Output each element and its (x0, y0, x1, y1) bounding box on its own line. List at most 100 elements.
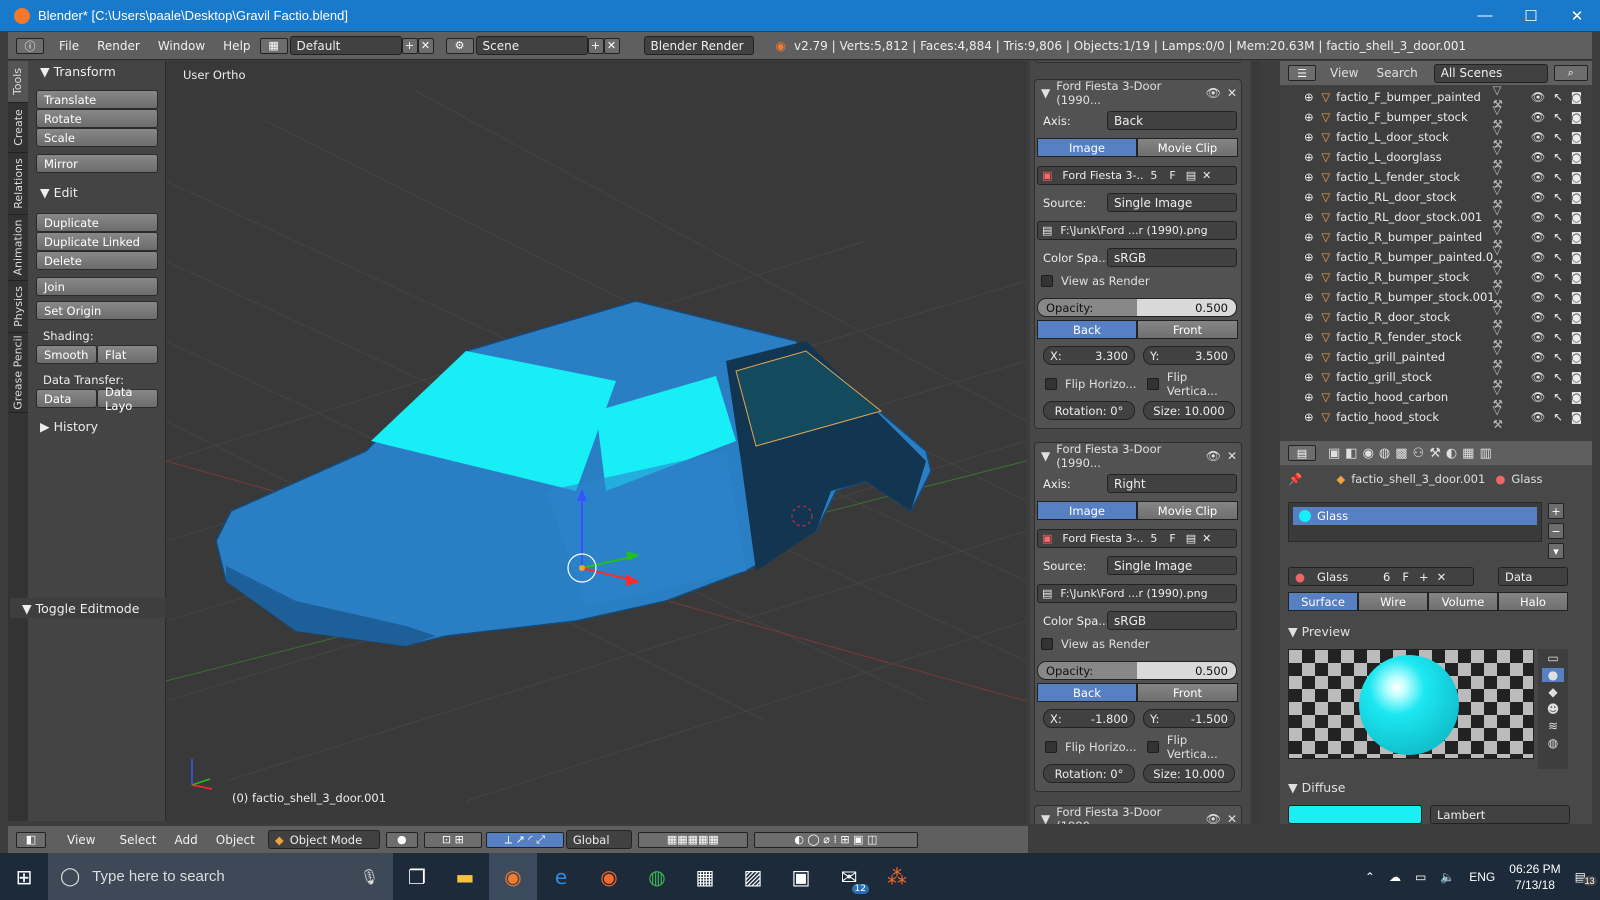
scale-button[interactable]: Scale (36, 128, 158, 147)
3d-viewport[interactable]: User Ortho (0) factio_shell_3_door.001 (166, 61, 1026, 824)
movie-clip-tab[interactable]: Movie Clip (1137, 138, 1238, 157)
render-engine-select[interactable]: Blender Render (643, 36, 754, 55)
start-icon[interactable]: ⊞ (0, 853, 48, 900)
set-origin-select[interactable]: Set Origin (36, 301, 158, 320)
properties-context-tabs[interactable]: ▣◧◉◍▩⚇⚒◐▦▥ (1328, 446, 1497, 461)
outliner-item[interactable]: ⊕ ▽ factio_hood_carbon ▽ ⚒ 👁 ↖ ◙ (1280, 383, 1592, 411)
outliner-editor-icon[interactable]: ☰ (1288, 65, 1316, 81)
select-cursor-icon[interactable]: ↖ (1553, 410, 1563, 424)
tab-create[interactable]: Create (8, 103, 28, 153)
material-slot-list[interactable]: Glass (1288, 502, 1542, 542)
menu-object[interactable]: Object (207, 833, 264, 847)
menu-help[interactable]: Help (214, 39, 259, 53)
select-cursor-icon[interactable]: ↖ (1553, 350, 1563, 364)
expand-icon[interactable]: ⊕ (1304, 330, 1315, 344)
visibility-icon[interactable]: 👁 (1531, 110, 1546, 124)
unlink-icon[interactable]: ✕ (1202, 169, 1211, 182)
render-camera-icon[interactable]: ◙ (1571, 170, 1582, 184)
render-camera-icon[interactable]: ◙ (1571, 110, 1582, 124)
render-camera-icon[interactable]: ◙ (1571, 190, 1582, 204)
edge-icon[interactable]: e (537, 853, 585, 900)
clock[interactable]: 06:26 PM 7/13/18 (1509, 861, 1560, 893)
snap-proportional-icons[interactable]: ◐ ◯ ⌀ ⁞ ⊞ ▣ ◫ (753, 831, 918, 848)
editor-type-icon[interactable]: ⓘ (16, 37, 44, 54)
image-tab[interactable]: Image (1037, 501, 1137, 520)
outliner-item[interactable]: ⊕ ▽ factio_L_doorglass ▽ ⚒ 👁 ↖ ◙ (1280, 143, 1592, 171)
offset-y-field[interactable]: Y: 3.500 (1143, 346, 1235, 365)
outliner-item[interactable]: ⊕ ▽ factio_R_door_stock ▽ ⚒ 👁 ↖ ◙ (1280, 303, 1592, 331)
menu-view[interactable]: View (58, 833, 104, 847)
flip-horizontal-checkbox[interactable]: Flip Horizo... (1045, 374, 1136, 393)
view-as-render-checkbox[interactable]: View as Render (1041, 271, 1150, 290)
volume-icon[interactable]: 🔈 (1440, 870, 1455, 884)
axis-select[interactable]: Back (1107, 111, 1237, 130)
layout-icon[interactable]: ▦ (259, 37, 288, 54)
outliner-item[interactable]: ⊕ ▽ factio_RL_door_stock.001 ▽ ⚒ 👁 ↖ ◙ (1280, 203, 1592, 231)
fake-user-toggle[interactable]: F (1169, 169, 1175, 182)
close-button[interactable]: ✕ (1554, 0, 1600, 31)
material-slot-glass[interactable]: Glass (1293, 507, 1537, 525)
render-camera-icon[interactable]: ◙ (1571, 330, 1582, 344)
bg-image-1-header[interactable]: ▼ Ford Fiesta 3-Door (1990... 👁 ✕ (1041, 79, 1237, 107)
app-icon[interactable]: ⁂ (873, 853, 921, 900)
store-icon[interactable]: ▣ (777, 853, 825, 900)
outliner-item[interactable]: ⊕ ▽ factio_R_bumper_stock ▽ ⚒ 👁 ↖ ◙ (1280, 263, 1592, 291)
offset-x-field[interactable]: X: -1.800 (1043, 709, 1135, 728)
visibility-icon[interactable]: 👁 (1531, 290, 1546, 304)
select-cursor-icon[interactable]: ↖ (1553, 310, 1563, 324)
remove-icon[interactable]: ✕ (1227, 812, 1237, 825)
select-cursor-icon[interactable]: ↖ (1553, 190, 1563, 204)
outliner-item[interactable]: ⊕ ▽ factio_R_bumper_stock.001 ▽ ⚒ 👁 ↖ ◙ (1280, 283, 1592, 311)
material-tab-wire[interactable]: Wire (1358, 592, 1428, 611)
bg-image-3-header[interactable]: ▼Ford Fiesta 3-Door (1990... 👁✕ (1041, 805, 1237, 825)
remove-icon[interactable]: ✕ (1227, 86, 1237, 100)
visibility-icon[interactable]: 👁 (1531, 390, 1546, 404)
outliner-item[interactable]: ⊕ ▽ factio_R_bumper_painted ▽ ⚒ 👁 ↖ ◙ (1280, 223, 1592, 251)
outliner-item[interactable]: ⊕ ▽ factio_grill_painted ▽ ⚒ 👁 ↖ ◙ (1280, 343, 1592, 371)
material-browse-icon[interactable]: ● (1295, 570, 1305, 584)
shade-smooth-button[interactable]: Smooth (36, 345, 97, 364)
properties-editor-icon[interactable]: ▤ (1288, 445, 1316, 461)
visibility-icon[interactable]: 👁 (1531, 210, 1546, 224)
eye-icon[interactable]: 👁 (1206, 449, 1221, 463)
eye-icon[interactable]: 👁 (1206, 86, 1221, 100)
select-cursor-icon[interactable]: ↖ (1553, 210, 1563, 224)
outliner-item[interactable]: ⊕ ▽ factio_R_bumper_painted.001 ▽ ⚒ 👁 ↖ ◙ (1280, 243, 1592, 271)
expand-icon[interactable]: ⊕ (1304, 170, 1315, 184)
filepath-field[interactable]: ▤ F:\Junk\Ford ...r (1990).png (1037, 221, 1237, 240)
visibility-icon[interactable]: 👁 (1531, 270, 1546, 284)
visibility-icon[interactable]: 👁 (1531, 310, 1546, 324)
select-cursor-icon[interactable]: ↖ (1553, 250, 1563, 264)
source-select[interactable]: Single Image (1107, 556, 1237, 575)
file-explorer-icon[interactable]: ▬ (441, 853, 489, 900)
shade-flat-button[interactable]: Flat (97, 345, 158, 364)
preview-panel-header[interactable]: ▼ Preview (1288, 621, 1578, 641)
outliner-item[interactable]: ⊕ ▽ factio_F_bumper_painted ▽ ⚒ 👁 ↖ ◙ (1280, 83, 1592, 111)
diffuse-panel-header[interactable]: ▼ Diffuse (1288, 777, 1578, 797)
outliner-item[interactable]: ⊕ ▽ factio_grill_stock ▽ ⚒ 👁 ↖ ◙ (1280, 363, 1592, 391)
3d-editor-type-icon[interactable]: ◧ (16, 831, 46, 848)
render-camera-icon[interactable]: ◙ (1571, 290, 1582, 304)
outliner-item[interactable]: ⊕ ▽ factio_F_bumper_stock ▽ ⚒ 👁 ↖ ◙ (1280, 103, 1592, 131)
tray-chevron-icon[interactable]: ⌃ (1365, 870, 1375, 884)
outliner-filter-select[interactable]: All Scenes (1433, 63, 1548, 83)
size-field[interactable]: Size: 10.000 (1143, 764, 1235, 783)
outliner-item[interactable]: ⊕ ▽ factio_R_fender_stock ▽ ⚒ 👁 ↖ ◙ (1280, 323, 1592, 351)
task-view-icon[interactable]: ❐ (393, 853, 441, 900)
diffuse-color-swatch[interactable] (1288, 805, 1422, 824)
mail-icon[interactable]: ✉ 12 (825, 853, 873, 900)
opacity-slider[interactable]: Opacity: 0.500 (1037, 298, 1237, 317)
colorspace-select[interactable]: sRGB (1107, 611, 1237, 630)
notifications-icon[interactable]: ▤ 13 (1575, 870, 1597, 886)
taskbar-search[interactable]: ◯ Type here to search 🎙 (48, 853, 393, 900)
outliner-search-menu[interactable]: Search (1376, 66, 1417, 80)
expand-icon[interactable]: ⊕ (1304, 350, 1315, 364)
open-folder-icon[interactable]: ▤ (1186, 169, 1196, 182)
render-camera-icon[interactable]: ◙ (1571, 370, 1582, 384)
link-data-select[interactable]: Data (1498, 567, 1568, 586)
front-button[interactable]: Front (1137, 683, 1238, 702)
material-tab-surface[interactable]: Surface (1288, 592, 1358, 611)
viewport-shading-icon[interactable]: ● (385, 831, 418, 848)
select-cursor-icon[interactable]: ↖ (1553, 370, 1563, 384)
expand-icon[interactable]: ⊕ (1304, 390, 1315, 404)
